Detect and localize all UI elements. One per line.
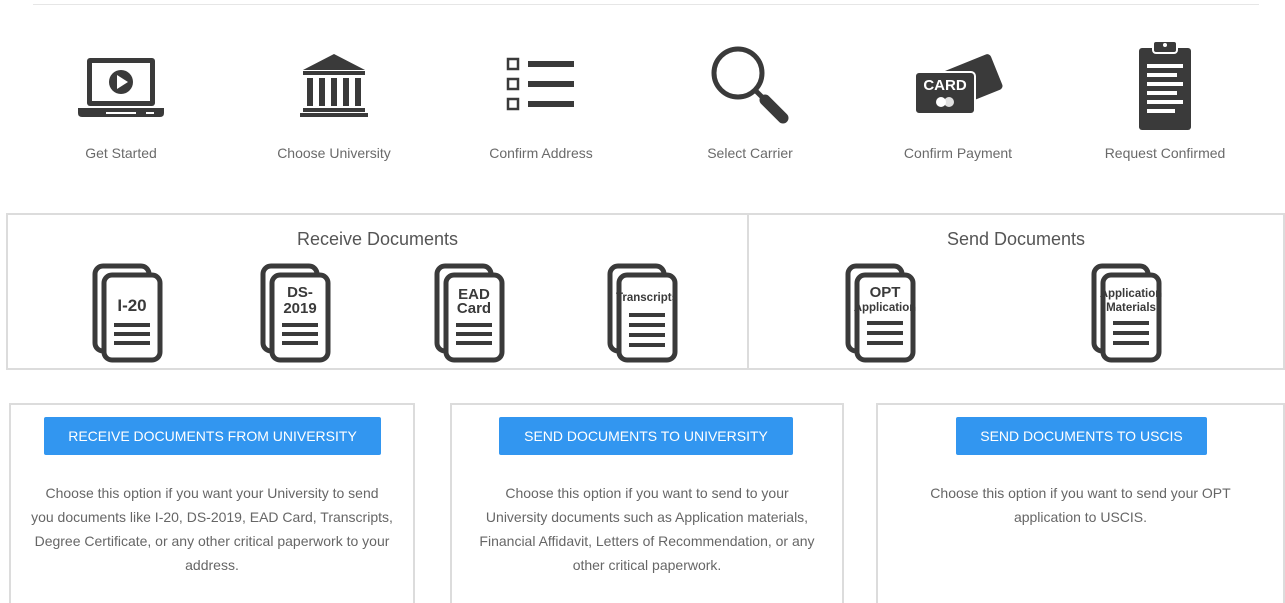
send-documents-title: Send Documents [946,229,1086,249]
receive-documents-from-university-button[interactable]: RECEIVE DOCUMENTS FROM UNIVERSITY [44,417,381,455]
doc-label-line1: OPT [870,284,901,301]
step-label: Choose University [277,145,391,161]
description-line: University documents such as Application… [485,509,809,525]
top-divider [33,4,1259,5]
application-materials-document-icon[interactable]: Application Materials [1091,263,1171,363]
step-label: Select Carrier [707,145,793,161]
doc-label: Transcripts [616,292,678,304]
description-line: Degree Certificate, or any other critica… [34,533,390,549]
laptop-play-icon [78,58,164,117]
doc-label-line1: Application [1100,288,1163,300]
description-line: application to USCIS. [1013,509,1148,525]
description-line: Financial Affidavit, Letters of Recommen… [479,533,815,549]
step-get-started: Get Started [31,40,211,161]
description-line: Choose this option if you want to send y… [930,485,1231,501]
card-icon-text: CARD [923,77,966,94]
send-documents-to-university-button[interactable]: SEND DOCUMENTS TO UNIVERSITY [499,417,793,455]
opt-application-document-icon[interactable]: OPT Application [845,263,925,363]
step-confirm-payment: CARD Confirm Payment [868,40,1048,161]
doc-label-line2: Materials [1106,302,1156,314]
step-label: Confirm Payment [903,145,1013,161]
step-label: Confirm Address [489,145,593,161]
send-documents-panel: Send Documents OPT Application Applicati… [747,213,1285,370]
step-label: Request Confirmed [1104,145,1226,161]
step-request-confirmed: Request Confirmed [1075,40,1255,161]
description-line: you documents like I-20, DS-2019, EAD Ca… [31,509,393,525]
doc-label-line2: 2019 [283,300,316,317]
option-description: Choose this option if you want to send y… [878,481,1283,529]
university-icon [300,54,368,117]
description-line: other critical paperwork. [572,557,722,573]
step-choose-university: Choose University [244,40,424,161]
description-line: address. [185,557,239,573]
magnifier-icon [711,46,789,124]
step-confirm-address: Confirm Address [451,40,631,161]
ead-card-document-icon[interactable]: EAD Card [434,263,514,363]
i20-document-icon[interactable]: I-20 [92,263,172,363]
option-card-send-university: SEND DOCUMENTS TO UNIVERSITY Choose this… [450,403,844,603]
option-card-receive: RECEIVE DOCUMENTS FROM UNIVERSITY Choose… [9,403,415,603]
description-line: Choose this option if you want to send t… [505,485,789,501]
doc-label-line1: DS- [287,284,313,301]
receive-documents-panel: Receive Documents I-20 DS- 2019 EAD Card… [6,213,749,370]
step-label: Get Started [85,145,157,161]
description-line: Choose this option if you want your Univ… [45,485,379,501]
payment-card-icon: CARD [914,54,1003,115]
doc-label-line2: Application [854,302,917,314]
option-description: Choose this option if you want your Univ… [11,481,413,577]
checklist-icon [506,57,574,111]
option-description: Choose this option if you want to send t… [452,481,842,577]
doc-label: I-20 [117,296,146,315]
send-documents-to-uscis-button[interactable]: SEND DOCUMENTS TO USCIS [956,417,1207,455]
clipboard-icon [1139,40,1191,130]
ds2019-document-icon[interactable]: DS- 2019 [260,263,340,363]
option-card-send-uscis: SEND DOCUMENTS TO USCIS Choose this opti… [876,403,1285,603]
receive-documents-title: Receive Documents [296,229,459,249]
step-select-carrier: Select Carrier [660,40,840,161]
doc-label-line2: Card [457,300,491,317]
transcripts-document-icon[interactable]: Transcripts [607,263,687,363]
